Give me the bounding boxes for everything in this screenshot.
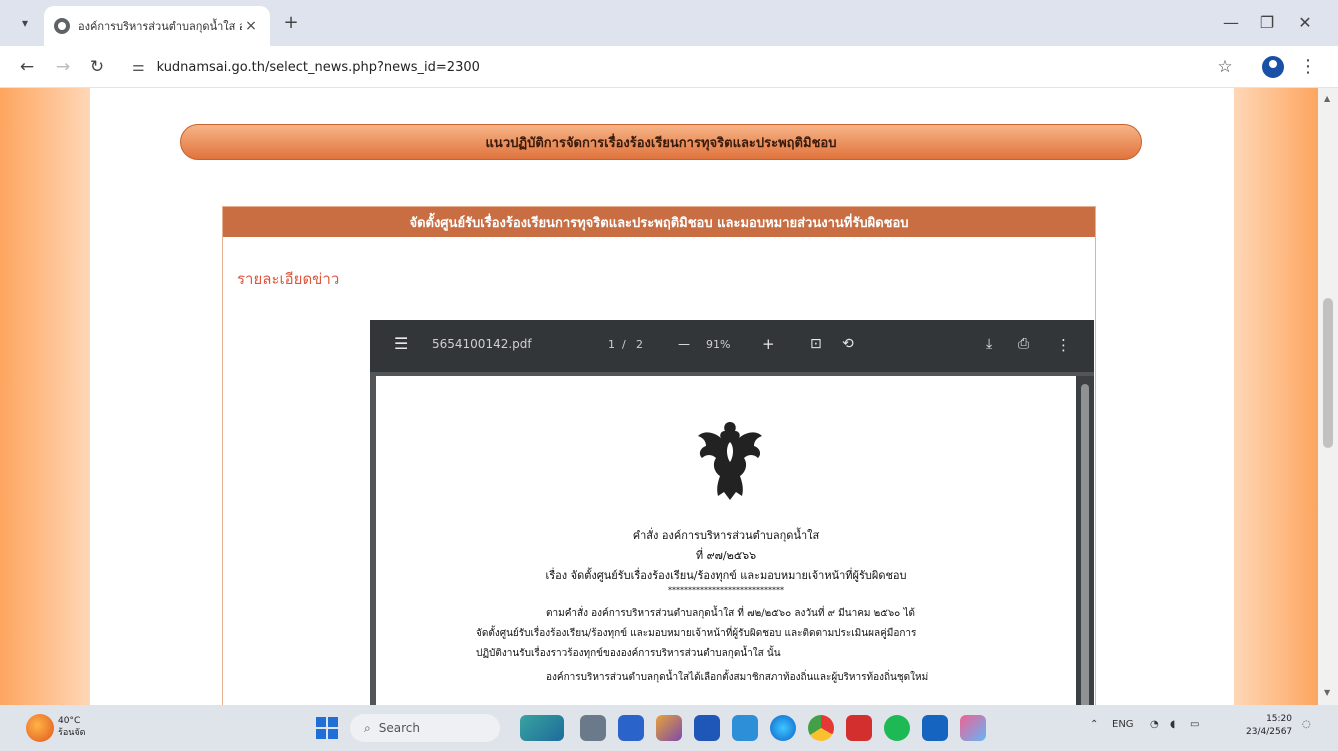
input-language[interactable]: ENG [1112, 719, 1134, 730]
weather-icon[interactable] [26, 714, 54, 742]
notifications-icon[interactable]: ◌ [1302, 719, 1311, 730]
pdf-print-icon[interactable]: ⎙ [1018, 336, 1029, 352]
globe-favicon-icon [54, 18, 70, 34]
pdf-viewer[interactable]: ☰ 5654100142.pdf 1 / 2 — 91% + ⊡ ⟲ ⤓ ⎙ ⋮ [370, 320, 1094, 705]
right-decor-gradient [1234, 88, 1318, 705]
pdf-fit-page-icon[interactable]: ⊡ [810, 336, 822, 352]
browser-menu-icon[interactable]: ⋮ [1298, 54, 1318, 80]
doc-order-heading: คำสั่ง องค์การบริหารส่วนตำบลกุดน้ำใส [632, 529, 820, 542]
pdf-menu-icon[interactable]: ☰ [394, 334, 408, 353]
browser-tab-active[interactable]: องค์การบริหารส่วนตำบลกุดน้ำใส อ × [44, 6, 270, 46]
tab-title: องค์การบริหารส่วนตำบลกุดน้ำใส อ [78, 20, 242, 33]
acrobat-app-icon[interactable] [846, 715, 872, 741]
page-scroll-thumb[interactable] [1323, 298, 1333, 448]
pdf-scroll-thumb[interactable] [1081, 384, 1089, 705]
pdf-page-total: 2 [636, 338, 643, 351]
clock-time: 15:20 [1266, 714, 1292, 724]
wifi-icon[interactable]: ◔ [1150, 719, 1159, 730]
taskbar-search-label: Search [378, 721, 420, 735]
screen: ▾ องค์การบริหารส่วนตำบลกุดน้ำใส อ × + — … [0, 0, 1338, 751]
scroll-up-icon[interactable]: ▲ [1324, 94, 1330, 103]
taskbar-clock[interactable]: 15:20 23/4/2567 [1246, 713, 1292, 739]
browser-toolbar: ← → ↻ ⚌ kudnamsai.go.th/select_news.php?… [0, 46, 1338, 88]
news-title: จัดตั้งศูนย์รับเรื่องร้องเรียนการทุจริตแ… [409, 215, 909, 231]
tray-overflow-icon[interactable]: ⌃ [1090, 719, 1098, 730]
battery-icon[interactable]: ▭ [1190, 719, 1199, 730]
news-header: จัดตั้งศูนย์รับเรื่องร้องเรียนการทุจริตแ… [223, 207, 1095, 237]
line-app-icon[interactable] [884, 715, 910, 741]
doc-paragraph-line: องค์การบริหารส่วนตำบลกุดน้ำใสได้เลือกตั้… [546, 672, 929, 683]
pdf-zoom-in-button[interactable]: + [762, 335, 775, 353]
pdf-page: คำสั่ง องค์การบริหารส่วนตำบลกุดน้ำใส ที่… [376, 376, 1076, 705]
pdf-zoom-out-button[interactable]: — [678, 337, 690, 351]
doc-order-number: ที่ ๙๗/๒๕๖๖ [695, 549, 757, 562]
doc-paragraph-line: ปฏิบัติงานรับเรื่องราวร้องทุกข์ขององค์กา… [476, 648, 781, 659]
volume-icon[interactable]: ◖ [1170, 719, 1175, 730]
pdf-scrollbar[interactable] [1076, 376, 1094, 705]
window-close-icon[interactable]: ✕ [1290, 10, 1320, 36]
pdf-page-current[interactable]: 1 [608, 338, 615, 351]
banner-title: แนวปฏิบัติการจัดการเรื่องร้องเรียนการทุจ… [485, 135, 837, 151]
doc-paragraph-line: จัดตั้งศูนย์รับเรื่องร้องเรียน/ร้องทุกข์… [476, 628, 917, 639]
back-arrow-icon[interactable]: ← [14, 54, 40, 80]
weather-temp: 40°C [58, 716, 81, 726]
tab-list-chevron-icon[interactable]: ▾ [14, 12, 36, 34]
mail-app-icon[interactable] [732, 715, 758, 741]
weather-widget[interactable]: 40°C ร้อนจัด [58, 715, 86, 739]
profile-avatar-icon[interactable] [1262, 56, 1284, 78]
weather-desc: ร้อนจัด [58, 728, 86, 738]
taskbar-search[interactable]: ⌕ Search [350, 714, 500, 742]
pdf-page-separator: / [622, 338, 626, 351]
widgets-app-icon[interactable] [520, 715, 564, 741]
scroll-down-icon[interactable]: ▼ [1324, 688, 1330, 697]
minimize-icon[interactable]: — [1216, 10, 1246, 36]
edge-browser-icon[interactable] [770, 715, 796, 741]
browser-tab-bar: ▾ องค์การบริหารส่วนตำบลกุดน้ำใส อ × + — … [0, 0, 1338, 46]
store-app-icon[interactable] [694, 715, 720, 741]
page-scrollbar[interactable]: ▲ ▼ [1318, 88, 1338, 705]
doc-subject: เรื่อง จัดตั้งศูนย์รับเรื่องร้องเรียน/ร้… [545, 569, 907, 582]
pdf-zoom-level[interactable]: 91% [706, 338, 730, 351]
page-viewport: ▲ ▼ แนวปฏิบัติการจัดการเรื่องร้องเรียนกา… [0, 88, 1338, 705]
section-banner: แนวปฏิบัติการจัดการเรื่องร้องเรียนการทุจ… [180, 124, 1142, 160]
tab-close-icon[interactable]: × [242, 18, 260, 34]
task-view-icon[interactable] [580, 715, 606, 741]
forward-arrow-icon[interactable]: → [50, 54, 76, 80]
os-taskbar: 40°C ร้อนจัด ⌕ Search ⌃ ENG ◔ ◖ ▭ 15:20 … [0, 705, 1338, 751]
restore-icon[interactable]: ❐ [1252, 10, 1282, 36]
windows-start-icon[interactable] [316, 717, 338, 739]
bookmark-star-icon[interactable]: ☆ [1212, 54, 1238, 80]
camera-app-icon[interactable] [618, 715, 644, 741]
photos-app-icon[interactable] [656, 715, 682, 741]
reload-icon[interactable]: ↻ [84, 54, 110, 80]
left-decor-gradient [0, 88, 90, 705]
address-bar[interactable]: ⚌ kudnamsai.go.th/select_news.php?news_i… [122, 52, 1202, 82]
search-icon: ⌕ [364, 720, 371, 735]
doc-separator: ***************************** [668, 586, 784, 595]
word-app-icon[interactable] [922, 715, 948, 741]
url-text[interactable]: kudnamsai.go.th/select_news.php?news_id=… [157, 60, 480, 75]
paint-app-icon[interactable] [960, 715, 986, 741]
site-info-icon[interactable]: ⚌ [132, 59, 145, 75]
pdf-toolbar: ☰ 5654100142.pdf 1 / 2 — 91% + ⊡ ⟲ ⤓ ⎙ ⋮ [370, 320, 1094, 372]
clock-date: 23/4/2567 [1246, 727, 1293, 737]
pdf-more-icon[interactable]: ⋮ [1056, 336, 1071, 354]
news-detail-label: รายละเอียดข่าว [237, 270, 340, 288]
new-tab-button[interactable]: + [280, 12, 302, 34]
pdf-rotate-icon[interactable]: ⟲ [842, 336, 854, 352]
chrome-browser-icon[interactable] [808, 715, 834, 741]
pdf-download-icon[interactable]: ⤓ [986, 336, 992, 352]
garuda-emblem-icon [698, 422, 762, 500]
pdf-file-name: 5654100142.pdf [432, 337, 532, 351]
doc-paragraph-line: ตามคำสั่ง องค์การบริหารส่วนตำบลกุดน้ำใส … [546, 608, 915, 619]
